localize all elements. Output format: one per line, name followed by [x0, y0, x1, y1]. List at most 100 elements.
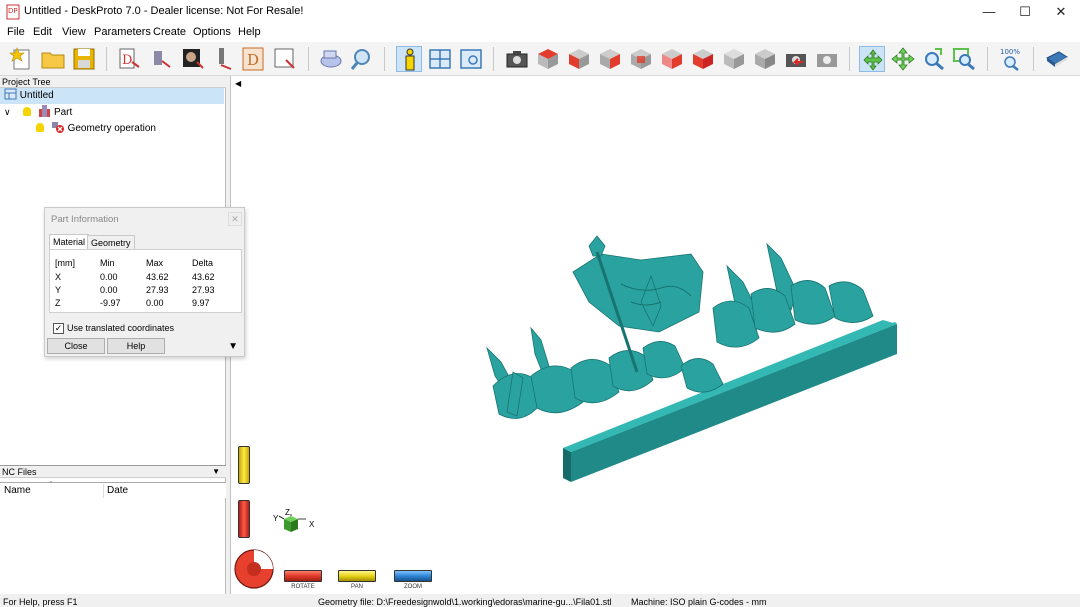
- zoom-100-button[interactable]: 100%: [998, 46, 1024, 72]
- help-book-button[interactable]: [1044, 46, 1070, 72]
- axis-triad: Z Y X: [273, 508, 314, 548]
- sort-indicator-icon: ⌃: [48, 481, 54, 488]
- camera-view-button[interactable]: [504, 46, 530, 72]
- menu-view[interactable]: View: [62, 26, 86, 38]
- save-button[interactable]: [71, 46, 97, 72]
- row-y-delta: 27.93: [192, 285, 215, 295]
- view-back-button[interactable]: [628, 46, 654, 72]
- menu-create[interactable]: Create: [153, 26, 186, 38]
- pan-mode-strip[interactable]: [338, 570, 376, 582]
- status-machine: Machine: ISO plain G-codes - mm: [631, 597, 767, 607]
- translated-coords-checkbox[interactable]: ✓: [53, 323, 64, 334]
- folder-icon: [41, 52, 65, 69]
- row-z-min: -9.97: [100, 298, 121, 308]
- column-date[interactable]: Date: [107, 485, 128, 496]
- zoom-mode-label: ZOOM: [404, 584, 422, 590]
- view-bottom-button[interactable]: [690, 46, 716, 72]
- menu-file[interactable]: File: [7, 26, 25, 38]
- menu-help[interactable]: Help: [238, 26, 261, 38]
- table-header-min: Min: [100, 258, 115, 268]
- view-iso2-button[interactable]: [752, 46, 778, 72]
- status-bar: For Help, press F1 Geometry file: D:\Fre…: [0, 596, 1080, 607]
- table-header-max: Max: [146, 258, 164, 268]
- nc-files-header: NC Files ▼: [0, 465, 226, 478]
- new-project-button[interactable]: [9, 46, 35, 72]
- dialog-title: Part Information: [51, 214, 119, 225]
- view-window-button[interactable]: [458, 46, 484, 72]
- view-front-button[interactable]: [566, 46, 592, 72]
- zoom-mode-strip[interactable]: [394, 570, 432, 582]
- expand-down-icon[interactable]: ▼: [228, 341, 238, 352]
- tree-item-part-label: Part: [53, 107, 73, 118]
- axis-cube-icon: [279, 514, 306, 532]
- cube-iso-icon: [724, 49, 744, 69]
- zoom-mode-button[interactable]: [921, 46, 947, 72]
- viewport-layout-button[interactable]: [427, 46, 453, 72]
- toolpath-button[interactable]: [211, 46, 237, 72]
- column-divider: [103, 484, 104, 498]
- toolbar-separator: [106, 47, 107, 71]
- zoom-window-button[interactable]: [952, 46, 978, 72]
- row-z-max: 0.00: [146, 298, 164, 308]
- tab-geometry[interactable]: Geometry: [87, 235, 135, 250]
- project-params-button[interactable]: D: [116, 46, 142, 72]
- toolbar-separator: [849, 47, 850, 71]
- column-name[interactable]: Name: [4, 485, 31, 496]
- close-button[interactable]: Close: [47, 338, 105, 354]
- part-params-button[interactable]: [148, 46, 174, 72]
- view-top-button[interactable]: [535, 46, 561, 72]
- zoom-window-icon: [953, 48, 975, 71]
- maximize-button[interactable]: ☐: [1008, 0, 1042, 24]
- menu-parameters[interactable]: Parameters: [94, 26, 151, 38]
- minimize-button[interactable]: —: [972, 0, 1006, 24]
- close-window-button[interactable]: ✕: [1044, 0, 1078, 24]
- part-model[interactable]: [231, 76, 1080, 594]
- translated-coords-label: Use translated coordinates: [67, 323, 175, 333]
- tree-item-operation[interactable]: Geometry operation: [36, 120, 156, 136]
- camera-back-icon: [786, 54, 806, 67]
- part-info-button[interactable]: [396, 46, 422, 72]
- preview-button[interactable]: [349, 46, 375, 72]
- dropdown-arrow-icon[interactable]: ▼: [212, 466, 220, 478]
- view-right-button[interactable]: [597, 46, 623, 72]
- camera-forward-icon: [817, 54, 837, 67]
- help-button[interactable]: Help: [107, 338, 165, 354]
- next-view-button[interactable]: [814, 46, 840, 72]
- row-x-delta: 43.62: [192, 272, 215, 282]
- menu-options[interactable]: Options: [193, 26, 231, 38]
- save-nc-icon: [274, 48, 295, 69]
- rotate-dial-icon[interactable]: [233, 548, 275, 590]
- project-tree-header: Project Tree: [0, 76, 226, 88]
- previous-view-button[interactable]: [783, 46, 809, 72]
- tab-material[interactable]: Material: [49, 234, 90, 250]
- svg-text:100%: 100%: [1000, 48, 1020, 56]
- open-button[interactable]: [40, 46, 66, 72]
- project-params-icon: D: [119, 48, 140, 69]
- lightbulb-icon: [36, 123, 44, 132]
- rotate-mode-strip[interactable]: [284, 570, 322, 582]
- view-iso-button[interactable]: [721, 46, 747, 72]
- 3d-viewport[interactable]: ◀ Z Y X: [230, 76, 1080, 594]
- preview-icon: [350, 49, 370, 70]
- main-toolbar: D D 100%: [0, 42, 1080, 76]
- toolbar-separator: [987, 47, 988, 71]
- tree-item-part[interactable]: ∨ Part: [4, 104, 72, 120]
- pan-indicator[interactable]: [238, 446, 250, 484]
- tree-item-project[interactable]: Untitled: [0, 88, 224, 104]
- view-left-button[interactable]: [659, 46, 685, 72]
- pan-mode-button[interactable]: [890, 46, 916, 72]
- help-book-icon: [1046, 51, 1068, 67]
- menu-edit[interactable]: Edit: [33, 26, 52, 38]
- svg-text:D: D: [122, 53, 132, 68]
- tree-item-project-label: Untitled: [19, 90, 54, 101]
- dialog-close-icon[interactable]: ✕: [228, 212, 242, 226]
- create-nc-button[interactable]: D: [241, 46, 267, 72]
- simulation-button[interactable]: [318, 46, 344, 72]
- window-title: Untitled - DeskProto 7.0 - Dealer licens…: [24, 5, 304, 17]
- operation-params-button[interactable]: [180, 46, 206, 72]
- rotate-indicator[interactable]: [238, 500, 250, 538]
- rotate-mode-button[interactable]: [859, 46, 885, 72]
- toolbar-separator: [1033, 47, 1034, 71]
- svg-text:DP: DP: [8, 7, 18, 15]
- save-nc-button[interactable]: [272, 46, 298, 72]
